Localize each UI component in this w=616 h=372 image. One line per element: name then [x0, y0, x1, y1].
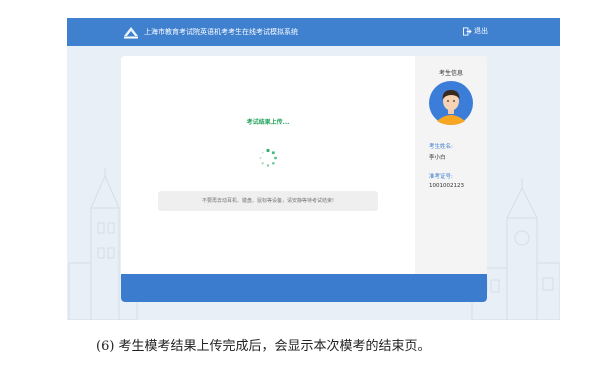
logout-icon	[463, 26, 472, 36]
candidate-name-label: 考生姓名:	[429, 144, 453, 150]
candidate-info-title: 考生信息	[438, 70, 463, 77]
app-title: 上海市教育考试院英语机考考生在线考试模拟系统	[144, 28, 298, 36]
logout-label: 退出	[474, 27, 488, 35]
card-footer-bar	[121, 274, 487, 302]
upload-panel: 考试结果上传... 不要再去动耳机、键盘、鼠标等设备，请安静等待考试结束!	[121, 56, 415, 274]
logout-button[interactable]: 退出	[463, 25, 488, 37]
candidate-id-label: 准考证号:	[429, 174, 453, 180]
candidate-id-value: 1001002123	[429, 183, 464, 189]
loading-spinner-icon	[259, 148, 277, 167]
top-bar: 上海市教育考试院英语机考考生在线考试模拟系统 退出	[67, 18, 560, 46]
student-avatar-icon	[429, 81, 473, 125]
exam-notice: 不要再去动耳机、键盘、鼠标等设备，请安静等待考试结束!	[158, 191, 378, 211]
figure-caption: (6) 考生模考结果上传完成后，会显示本次模考的结束页。	[96, 339, 431, 354]
exam-logo-icon	[124, 27, 138, 39]
upload-status-text: 考试结果上传...	[246, 119, 290, 126]
candidate-info-panel: 考生信息 考生姓名: 李小白 准考证号: 1001002123	[415, 56, 487, 274]
candidate-name-value: 李小白	[429, 155, 446, 161]
exam-card: 考试结果上传... 不要再去动耳机、键盘、鼠标等设备，请安静等待考试结束! 考生…	[121, 56, 487, 302]
exam-app-window: 上海市教育考试院英语机考考生在线考试模拟系统 退出 考试结果上传... 不要再去…	[67, 18, 560, 320]
